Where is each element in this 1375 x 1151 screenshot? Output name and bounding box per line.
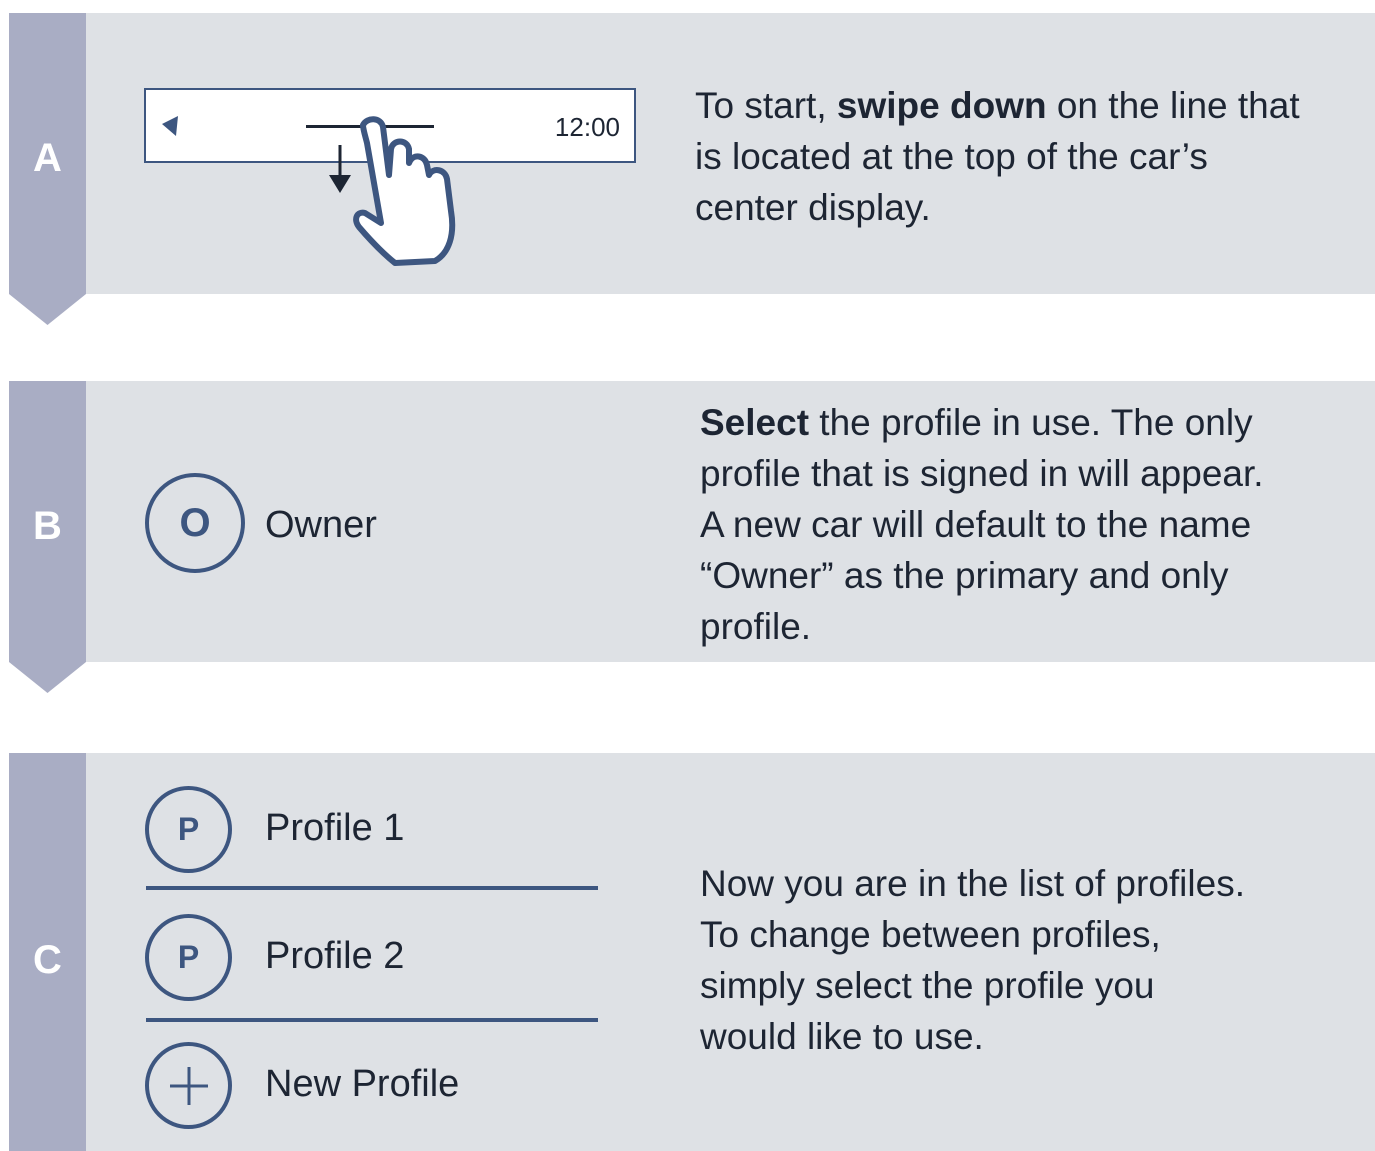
step-c-description: Now you are in the list of profiles. To … (700, 863, 1245, 1057)
profile-2-name[interactable]: Profile 2 (265, 934, 404, 978)
hand-pointer-icon (353, 116, 456, 266)
owner-profile-name[interactable]: Owner (265, 503, 377, 547)
profile-divider-1 (146, 886, 598, 890)
clock-time: 12:00 (554, 112, 620, 142)
step-a-description: To start, swipe down on the line that is… (695, 85, 1300, 228)
plus-icon (169, 1066, 208, 1105)
new-profile-button[interactable] (145, 1042, 232, 1129)
step-b-description: Select the profile in use. The only prof… (700, 402, 1264, 647)
profile-2-avatar[interactable]: P (145, 914, 232, 1001)
profile-divider-2 (146, 1018, 598, 1022)
profile-1-name[interactable]: Profile 1 (265, 806, 404, 850)
step-b-letter: B (33, 504, 62, 548)
owner-avatar[interactable]: O (145, 473, 245, 573)
step-c-letter: C (33, 938, 62, 982)
step-a-letter: A (33, 136, 62, 180)
new-profile-label[interactable]: New Profile (265, 1062, 459, 1106)
profile-1-avatar[interactable]: P (145, 786, 232, 873)
nav-arrow-icon (162, 116, 178, 136)
